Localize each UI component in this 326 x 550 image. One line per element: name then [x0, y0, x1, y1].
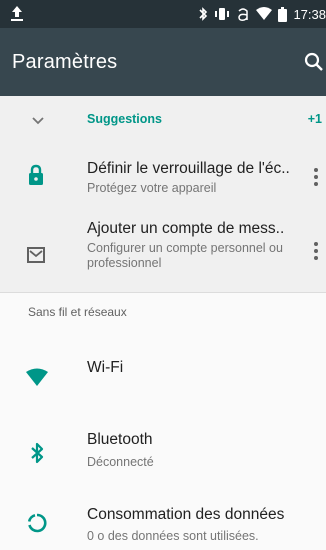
suggestion-item-screen-lock[interactable]: Définir le verrouillage de l'éc.. Protég… [0, 144, 326, 204]
setting-subtitle: Déconnecté [87, 455, 154, 469]
vibrate-icon [215, 8, 230, 20]
suggestions-header[interactable]: Suggestions +1 [0, 96, 326, 144]
suggestion-title: Ajouter un compte de mess.. [87, 220, 285, 237]
suggestion-subtitle: Configurer un compte personnel ou profes… [87, 241, 283, 270]
page-title: Paramètres [12, 51, 118, 73]
setting-subtitle: 0 o des données sont utilisées. [87, 529, 259, 543]
suggestions-label: Suggestions [87, 112, 163, 126]
suggestion-title: Définir le verrouillage de l'éc.. [87, 160, 290, 177]
bluetooth-icon [199, 7, 208, 21]
setting-title: Bluetooth [87, 431, 153, 448]
wifi-icon [26, 368, 48, 386]
suggestion-subtitle: Protégez votre appareil [87, 181, 217, 195]
suggestion-item-add-account[interactable]: Ajouter un compte de mess.. Configurer u… [0, 214, 326, 292]
setting-item-bluetooth[interactable]: Bluetooth Déconnecté [0, 418, 326, 480]
wifi-icon [256, 7, 273, 20]
mail-icon [27, 247, 45, 263]
data-usage-icon [27, 513, 47, 533]
search-icon[interactable] [302, 50, 326, 74]
more-vert-icon[interactable] [312, 167, 320, 187]
status-time: 17:38 [293, 6, 326, 22]
upload-icon [11, 6, 23, 21]
setting-item-wifi[interactable]: Wi-Fi [0, 340, 326, 408]
suggestions-count[interactable]: +1 [308, 112, 322, 126]
a-icon [238, 8, 249, 21]
setting-title: Consommation des données [87, 506, 285, 523]
app-bar: Paramètres [0, 28, 326, 96]
battery-icon [278, 6, 288, 22]
category-header: Sans fil et réseaux [28, 305, 127, 319]
status-icons: 17:38 [198, 0, 326, 28]
more-vert-icon[interactable] [312, 241, 320, 261]
bluetooth-icon [31, 442, 44, 464]
lock-icon [29, 164, 43, 185]
setting-item-data-usage[interactable]: Consommation des données 0 o des données… [0, 488, 326, 548]
chevron-down-icon[interactable] [30, 112, 46, 128]
status-bar: 17:38 [0, 0, 326, 28]
setting-title: Wi-Fi [87, 359, 124, 376]
suggestions-panel: Suggestions +1 Définir le verrouillage d… [0, 96, 326, 293]
